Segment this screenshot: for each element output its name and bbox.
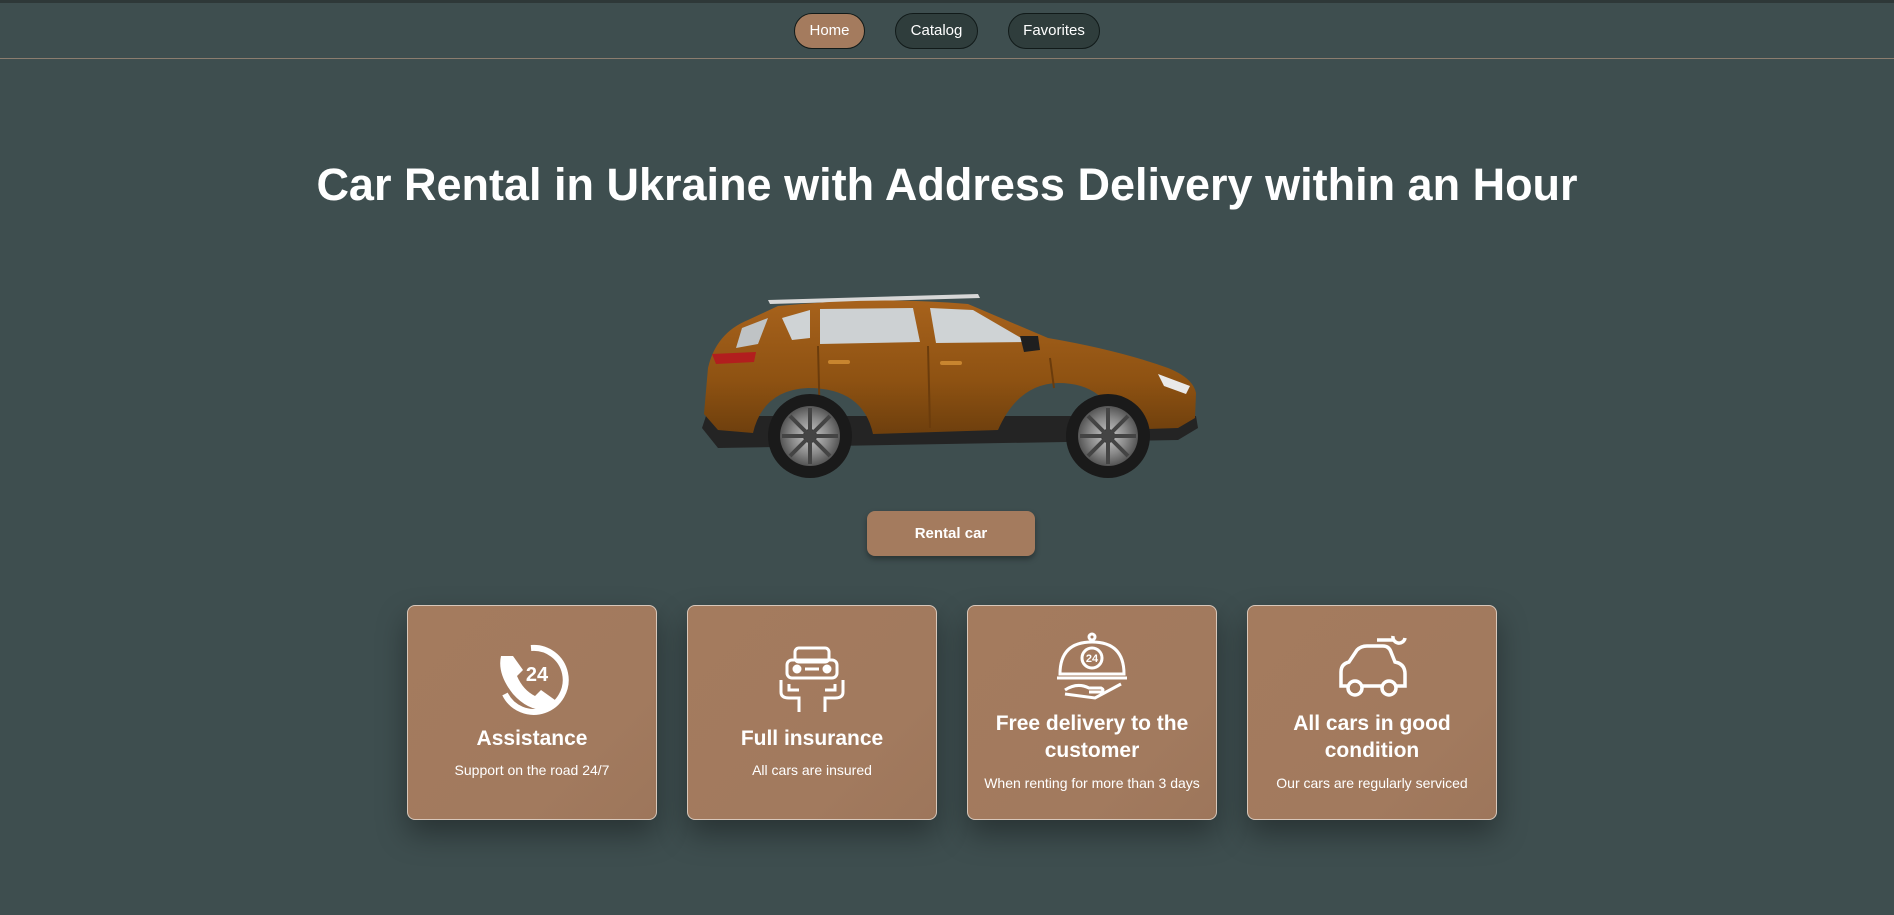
feature-description: Our cars are regularly serviced [1276, 775, 1468, 791]
car-insurance-icon [688, 644, 936, 718]
feature-card-delivery: 24 Free delivery to the customer When re… [967, 605, 1217, 820]
rental-car-button[interactable]: Rental car [867, 511, 1035, 556]
feature-title: Free delivery to the customer [995, 712, 1189, 762]
feature-card-assistance: 24 Assistance Support on the road 24/7 [407, 605, 657, 820]
page-title: Car Rental in Ukraine with Address Deliv… [316, 159, 1578, 210]
feature-description: All cars are insured [752, 762, 872, 778]
feature-description: Support on the road 24/7 [454, 762, 610, 778]
nav-home-button[interactable]: Home [794, 12, 865, 49]
nav-favorites-button[interactable]: Favorites [1008, 12, 1100, 49]
feature-title: Full insurance [740, 727, 884, 750]
svg-text:24: 24 [1086, 653, 1099, 665]
main-nav: Home Catalog Favorites [0, 3, 1894, 59]
features-section: 24 Assistance Support on the road 24/7 F… [407, 605, 1497, 820]
feature-card-insurance: Full insurance All cars are insured [687, 605, 937, 820]
delivery-cloche-icon: 24 [968, 632, 1216, 702]
phone-24-icon: 24 [408, 644, 656, 718]
feature-card-condition: All cars in good condition Our cars are … [1247, 605, 1497, 820]
feature-title: All cars in good condition [1293, 712, 1451, 762]
car-wrench-icon [1248, 632, 1496, 702]
car-image [702, 294, 1198, 478]
nav-catalog-button[interactable]: Catalog [895, 12, 978, 49]
feature-description: When renting for more than 3 days [984, 775, 1200, 791]
svg-text:24: 24 [526, 664, 549, 686]
feature-title: Assistance [476, 727, 588, 750]
